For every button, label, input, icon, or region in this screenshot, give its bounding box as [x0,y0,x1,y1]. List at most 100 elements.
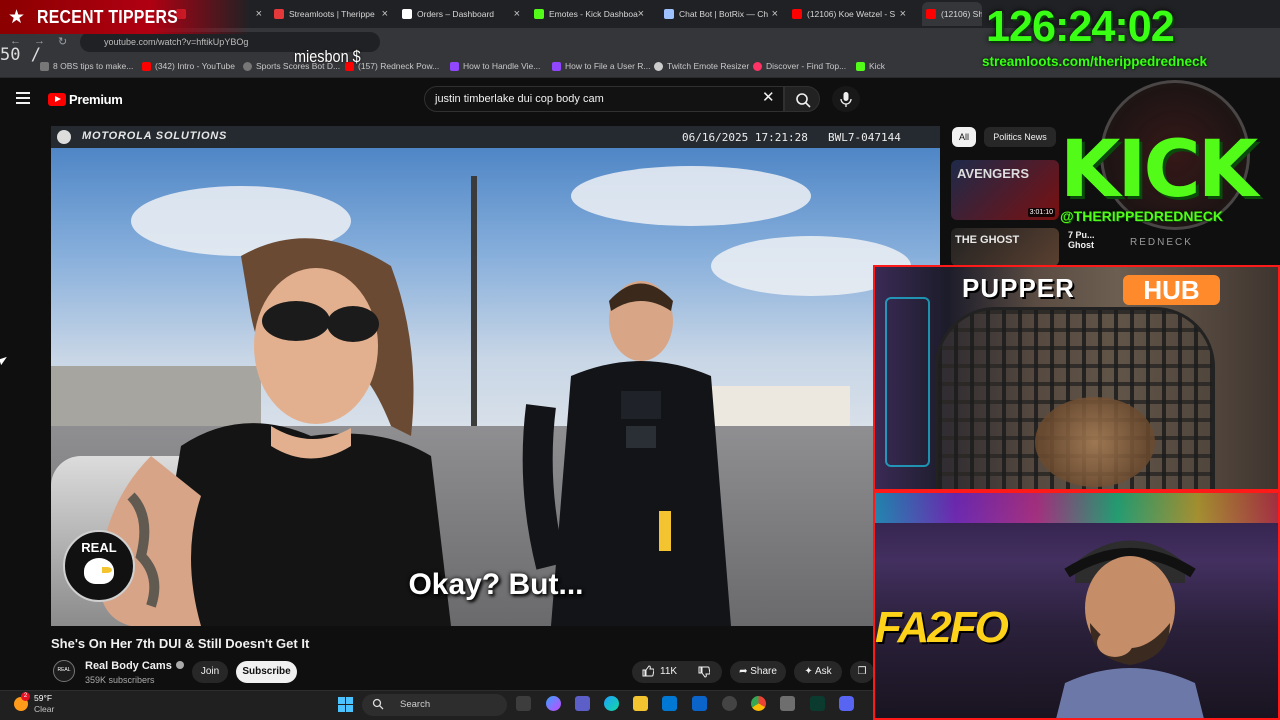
tab-title: Chat Bot | BotRix — Ch [679,9,769,19]
reload-icon[interactable]: ↻ [58,35,67,48]
bookmark-label: How to File a User R... [565,61,651,71]
youtube-icon [142,61,151,71]
streamloots-url: streamloots.com/therippedredneck [982,54,1208,69]
avatar-text: REAL [57,667,71,673]
mouse-cursor-icon [0,356,9,366]
video-title: She's On Her 7th DUI & Still Doesn't Get… [51,636,310,651]
like-count: 11K [660,666,678,677]
tab-kick-emotes[interactable]: Emotes - Kick Dashboa × [534,2,648,26]
voice-search-button[interactable] [832,86,860,112]
obs-icon[interactable] [722,696,737,711]
kick-logo: KICK [1060,125,1258,215]
taskbar-search-text: Search [400,699,431,710]
hub-badge: HUB [1123,275,1220,305]
streamer-person [1056,540,1204,718]
channel-name-text: Real Body Cams [85,660,172,672]
join-button[interactable]: Join [192,661,228,683]
recommendation-title[interactable]: 7 Pu... Ghost [1068,230,1108,250]
app-icon[interactable] [780,696,795,711]
tab-orders-dashboard[interactable]: Orders – Dashboard × [402,2,524,26]
sparkle-icon: ✦ [804,666,815,677]
tab-active-video[interactable]: (12106) She's [922,2,982,26]
ask-button[interactable]: ✦ Ask [794,661,842,683]
orders-favicon-icon [402,9,412,19]
redneck-label: REDNECK [1130,237,1193,248]
streamer-webcam: FA2FO [873,491,1280,720]
thumbs-down-icon [698,666,711,678]
task-view-icon[interactable] [516,696,531,711]
share-label: Share [750,666,777,677]
search-button[interactable] [784,86,820,112]
bookmark-emote-resizer[interactable]: Twitch Emote Resizer [654,61,749,71]
tab-koe-wetzel[interactable]: (12106) Koe Wetzel - S × [792,2,910,26]
close-tab-icon[interactable]: × [900,8,906,20]
bookmark-label: (157) Redneck Pow... [358,61,440,71]
video-caption: Okay? But... [408,568,584,601]
verified-icon [175,661,184,669]
dislike-button[interactable] [698,666,711,681]
teams-icon[interactable] [575,696,590,711]
tip-counter: 50 / [0,45,41,65]
search-input[interactable]: justin timberlake dui cop body cam [424,86,784,112]
bookmark-obs-tips[interactable]: 8 OBS tips to make... [40,61,133,71]
video-player[interactable]: MOTOROLA SOLUTIONS 06/16/2025 17:21:28 B… [51,126,940,626]
ask-label: Ask [814,666,832,677]
bodycam-header: MOTOROLA SOLUTIONS 06/16/2025 17:21:28 B… [51,126,940,148]
bookmark-label: Kick [869,61,886,71]
close-tab-icon[interactable]: × [638,8,644,20]
terminal-icon[interactable] [810,696,825,711]
bookmark-label: (342) Intro - YouTube [155,61,236,71]
dog [1035,397,1155,487]
close-tab-icon[interactable]: × [382,8,388,20]
tab-streamloots[interactable]: Streamloots | Therippe × [274,2,392,26]
discord-icon[interactable] [839,696,854,711]
bookmark-icon [40,61,49,71]
close-tab-icon[interactable]: × [514,8,520,20]
share-icon: ➦ [739,666,751,677]
subathon-timer: 126:24:02 [986,2,1175,51]
streamloots-favicon-icon [274,9,284,19]
store-icon[interactable] [662,696,677,711]
youtube-premium-logo[interactable]: Premium [48,92,123,107]
close-tab-icon[interactable]: × [256,8,262,20]
chrome-icon[interactable] [751,696,766,711]
tab-botrix[interactable]: Chat Bot | BotRix — Ch × [664,2,782,26]
file-explorer-icon[interactable] [633,696,648,711]
recent-tippers-label: RECENT TIPPERS [37,7,179,27]
tab-title: Orders – Dashboard [417,9,495,19]
outlook-icon[interactable] [692,696,707,711]
save-button[interactable]: ❒ [850,661,874,683]
bookmark-label: How to Handle Vie... [463,61,541,71]
weather-temperature[interactable]: 59°F [34,693,52,703]
subscribe-button[interactable]: Subscribe [236,661,297,683]
thumbnail-text: THE GHOST [955,234,1020,246]
close-tab-icon[interactable]: × [772,8,778,20]
share-button[interactable]: ➦ Share [730,661,786,683]
chip-politics-news[interactable]: Politics News [984,127,1056,147]
bookmark-handle-viewers[interactable]: How to Handle Vie... [450,61,540,71]
youtube-favicon-icon [792,9,802,19]
edge-icon[interactable] [604,696,619,711]
bookmark-kick[interactable]: Kick [856,61,885,71]
chip-all[interactable]: All [952,127,976,147]
subscriber-count: 359K subscribers [85,675,155,685]
start-button[interactable] [338,697,353,712]
notification-badge: 2 [21,692,30,701]
recommendation-thumbnail[interactable]: THE GHOST [951,228,1059,266]
hamburger-menu-icon[interactable] [16,92,30,104]
copilot-icon[interactable] [546,696,561,711]
suspect-person [99,238,451,626]
bookmark-file-user-report[interactable]: How to File a User R... [552,61,651,71]
bookmark-discover[interactable]: Discover - Find Top... [753,61,846,71]
bookmark-intro[interactable]: (342) Intro - YouTube [142,61,235,71]
logo-text: Premium [69,92,123,107]
youtube-favicon-icon [926,9,936,19]
like-button[interactable] [642,665,655,680]
channel-avatar[interactable]: REAL [53,660,75,682]
motorola-logo-icon [57,130,71,144]
weather-description: Clear [34,704,55,714]
channel-name[interactable]: Real Body Cams [85,660,184,672]
clear-search-icon[interactable]: ✕ [762,90,775,106]
recommendation-thumbnail[interactable]: AVENGERS 3:01:10 [951,160,1059,220]
microphone-icon [840,92,852,107]
